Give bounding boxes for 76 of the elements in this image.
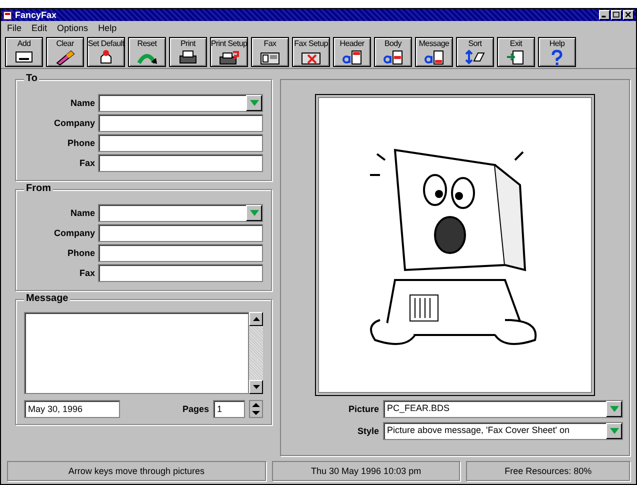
field-label: Company: [52, 118, 95, 128]
picture-dropdown[interactable]: PC_FEAR.BDS: [383, 400, 623, 418]
group-title: To: [24, 73, 40, 84]
spin-up-icon[interactable]: [250, 401, 262, 409]
minimize-icon[interactable]: [599, 10, 610, 20]
field-label: Name: [69, 98, 95, 108]
dropdown-arrow-icon: [250, 100, 258, 106]
toolbar-button[interactable]: Message: [415, 37, 453, 67]
spinner[interactable]: [249, 400, 263, 418]
scroll-down-arrow-icon: [252, 385, 260, 389]
scroll-down-button[interactable]: [249, 380, 263, 394]
dropdown-arrow-icon: [250, 210, 258, 216]
name-dropdown[interactable]: [98, 94, 263, 112]
dropdown-button[interactable]: [246, 95, 262, 111]
input-field[interactable]: [98, 114, 263, 132]
sort-icon: [464, 49, 486, 66]
input-field[interactable]: [98, 134, 263, 152]
toolbar-button[interactable]: Print: [169, 37, 207, 67]
field-label: Pages: [182, 404, 209, 414]
menu-item[interactable]: Help: [98, 23, 117, 34]
toolbar-button[interactable]: Header: [333, 37, 371, 67]
crayon-icon: [54, 49, 76, 66]
field-label: Phone: [66, 248, 95, 258]
document-icon: [341, 49, 363, 66]
pages-field[interactable]: 1: [213, 400, 245, 418]
toolbar-button[interactable]: Body: [374, 37, 412, 67]
dropdown-button[interactable]: [606, 423, 622, 439]
document-icon: [382, 49, 404, 66]
group-title: Message: [24, 293, 70, 304]
message-field[interactable]: [24, 312, 249, 394]
dropdown-button[interactable]: [606, 401, 622, 417]
toolbar-button[interactable]: Set Default: [87, 37, 125, 67]
field-label: Phone: [66, 138, 95, 148]
date-field[interactable]: May 30, 1996: [24, 400, 120, 418]
input-field[interactable]: [98, 224, 263, 242]
printer-icon: [218, 49, 240, 66]
field-label: Style: [356, 426, 379, 436]
input-field[interactable]: [98, 154, 263, 172]
app-icon: [3, 10, 12, 20]
printer-icon: [177, 49, 199, 66]
dropdown-arrow-icon: [610, 428, 618, 434]
style-dropdown[interactable]: Picture above message, 'Fax Cover Sheet' on: [383, 422, 623, 440]
toolbar-button[interactable]: Add: [5, 37, 43, 67]
menu-item[interactable]: Options: [57, 23, 88, 34]
name-dropdown[interactable]: [98, 204, 263, 222]
scroll-up-button[interactable]: [249, 312, 263, 326]
status-panel: Thu 30 May 1996 10:03 pm: [272, 461, 460, 481]
menu-item[interactable]: File: [7, 23, 22, 34]
field-label: Fax: [78, 268, 95, 278]
toolbar-button[interactable]: Help: [538, 37, 576, 67]
window-title: FancyFax: [15, 10, 57, 20]
field-label: Fax: [78, 158, 95, 168]
toolbar-button[interactable]: Fax Setup: [292, 37, 330, 67]
toolbar-button[interactable]: Sort: [456, 37, 494, 67]
spin-down-icon[interactable]: [250, 409, 262, 417]
field-label: Picture: [347, 404, 379, 414]
toolbar-button[interactable]: Fax: [251, 37, 289, 67]
status-panel: Arrow keys move through pictures: [7, 461, 266, 481]
toolbar-button[interactable]: Print Setup: [210, 37, 248, 67]
status-panel: Free Resources: 80%: [466, 461, 630, 481]
dropdown-arrow-icon: [610, 406, 618, 412]
document-icon: [423, 49, 445, 66]
scroll-up-arrow-icon: [252, 317, 260, 321]
input-field[interactable]: [98, 244, 263, 262]
scrollbar[interactable]: [249, 312, 263, 394]
menu-item[interactable]: Edit: [32, 23, 48, 34]
toolbar-button[interactable]: Clear: [46, 37, 84, 67]
field-label: Company: [52, 228, 95, 238]
group-title: From: [24, 183, 53, 194]
toolbar-button[interactable]: Reset: [128, 37, 166, 67]
maximize-icon[interactable]: [611, 10, 622, 20]
toolbar-button[interactable]: Exit: [497, 37, 535, 67]
close-icon[interactable]: [623, 10, 634, 20]
dropdown-button[interactable]: [246, 205, 262, 221]
field-label: Name: [69, 208, 95, 218]
input-field[interactable]: [98, 264, 263, 282]
